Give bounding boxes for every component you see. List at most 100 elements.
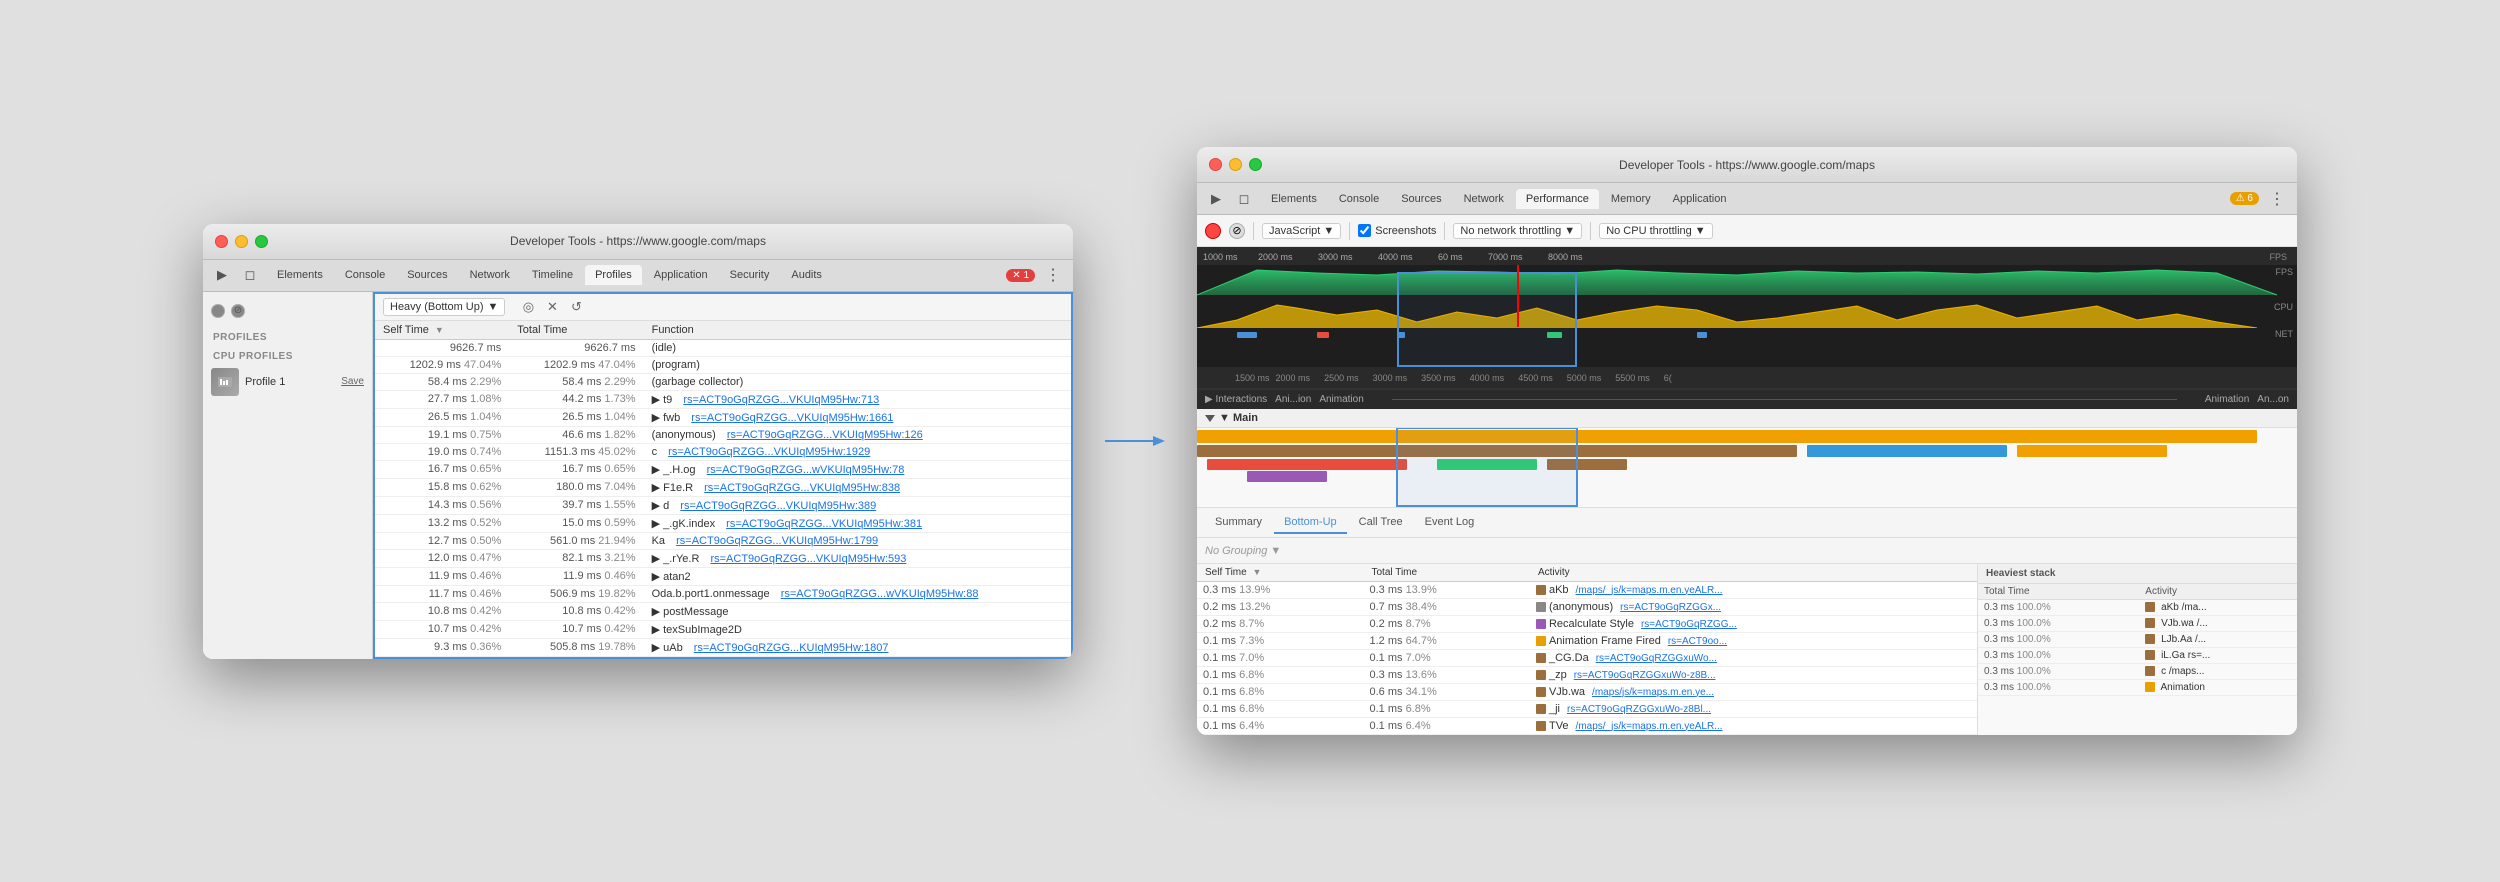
profile-save-button[interactable]: Save <box>341 376 364 387</box>
function-link[interactable]: rs=ACT9oGqRZGG...wVKUIqM95Hw:78 <box>707 464 905 476</box>
tab-summary[interactable]: Summary <box>1205 512 1272 534</box>
function-link[interactable]: rs=ACT9oGqRZGG...VKUIqM95Hw:389 <box>680 500 876 512</box>
activity-link[interactable]: /maps/_js/k=maps.m.en.yeALR... <box>1576 585 1723 596</box>
tab-bottom-up[interactable]: Bottom-Up <box>1274 512 1347 534</box>
activity-link[interactable]: rs=ACT9oGqRZGG... <box>1641 619 1737 630</box>
table-row[interactable]: 0.3 ms 100.0% iL.Ga rs=... <box>1978 648 2297 664</box>
network-throttling-dropdown[interactable]: No network throttling ▼ <box>1453 223 1582 239</box>
table-row[interactable]: 0.1 ms 7.3% 1.2 ms 64.7% Animation Frame… <box>1197 633 1977 650</box>
minimize-button-left[interactable] <box>235 235 248 248</box>
eye-icon[interactable]: ◎ <box>519 298 537 316</box>
tab-elements-right[interactable]: Elements <box>1261 189 1327 209</box>
table-row[interactable]: 27.7 ms 1.08% 44.2 ms 1.73% ▶ t9 rs=ACT9… <box>375 390 1071 408</box>
profiler-view-dropdown[interactable]: Heavy (Bottom Up) ▼ <box>383 298 505 316</box>
table-row[interactable]: 26.5 ms 1.04% 26.5 ms 1.04% ▶ fwb rs=ACT… <box>375 408 1071 426</box>
minimize-button-right[interactable] <box>1229 158 1242 171</box>
function-link[interactable]: rs=ACT9oGqRZGG...wVKUIqM95Hw:88 <box>781 588 979 600</box>
timeline-area[interactable]: 1000 ms 2000 ms 3000 ms 4000 ms 60 ms 70… <box>1197 247 2297 367</box>
table-row[interactable]: 0.3 ms 100.0% LJb.Aa /... <box>1978 632 2297 648</box>
table-row[interactable]: 12.7 ms 0.50% 561.0 ms 21.94% Ka rs=ACT9… <box>375 532 1071 549</box>
screenshots-toggle[interactable]: Screenshots <box>1358 224 1436 237</box>
activity-link[interactable]: rs=ACT9oo... <box>1668 636 1727 647</box>
no-grouping-label[interactable]: No Grouping ▼ <box>1205 545 1281 557</box>
table-row[interactable]: 0.2 ms 8.7% 0.2 ms 8.7% Recalculate Styl… <box>1197 616 1977 633</box>
interactions-label[interactable]: ▶ Interactions <box>1205 394 1267 405</box>
table-row[interactable]: 0.3 ms 13.9% 0.3 ms 13.9% aKb /maps/_js/… <box>1197 582 1977 599</box>
close-button-right[interactable] <box>1209 158 1222 171</box>
table-row[interactable]: 13.2 ms 0.52% 15.0 ms 0.59% ▶ _.gK.index… <box>375 514 1071 532</box>
function-link[interactable]: rs=ACT9oGqRZGG...VKUIqM95Hw:1799 <box>676 535 878 547</box>
tab-memory-right[interactable]: Memory <box>1601 189 1661 209</box>
tab-audits-left[interactable]: Audits <box>781 265 832 285</box>
tab-performance-right[interactable]: Performance <box>1516 189 1599 209</box>
flame-chart[interactable] <box>1197 428 2297 508</box>
tab-console-right[interactable]: Console <box>1329 189 1389 209</box>
table-row[interactable]: 10.7 ms 0.42% 10.7 ms 0.42% ▶ texSubImag… <box>375 620 1071 638</box>
device-icon[interactable]: ◻ <box>239 264 261 286</box>
table-row[interactable]: 0.1 ms 6.8% 0.1 ms 6.8% _ji rs=ACT9oGqRZ… <box>1197 701 1977 718</box>
tab-profiles-left[interactable]: Profiles <box>585 265 642 285</box>
profile-table[interactable]: Self Time ▼ Total Time Function 9626.7 m… <box>375 321 1071 657</box>
animation-label-2[interactable]: Animation <box>1319 394 1363 405</box>
stop-button[interactable]: ⊘ <box>231 304 245 318</box>
tab-sources-right[interactable]: Sources <box>1391 189 1451 209</box>
tab-event-log[interactable]: Event Log <box>1415 512 1485 534</box>
stop-perf-button[interactable]: ⊘ <box>1229 223 1245 239</box>
tab-network-right[interactable]: Network <box>1454 189 1514 209</box>
table-row[interactable]: 10.8 ms 0.42% 10.8 ms 0.42% ▶ postMessag… <box>375 602 1071 620</box>
function-link[interactable]: rs=ACT9oGqRZGG...VKUIqM95Hw:381 <box>726 518 922 530</box>
maximize-button-right[interactable] <box>1249 158 1262 171</box>
tab-elements-left[interactable]: Elements <box>267 265 333 285</box>
tab-sources-left[interactable]: Sources <box>397 265 457 285</box>
table-row[interactable]: 11.7 ms 0.46% 506.9 ms 19.82% Oda.b.port… <box>375 585 1071 602</box>
animation-label-1[interactable]: Ani...ion <box>1275 394 1311 405</box>
table-row[interactable]: 14.3 ms 0.56% 39.7 ms 1.55% ▶ d rs=ACT9o… <box>375 496 1071 514</box>
table-row[interactable]: 0.2 ms 13.2% 0.7 ms 38.4% (anonymous) rs… <box>1197 599 1977 616</box>
tab-security-left[interactable]: Security <box>720 265 780 285</box>
close-icon-profiler[interactable]: ✕ <box>543 298 561 316</box>
menu-dots-right[interactable]: ⋮ <box>2265 187 2289 211</box>
bottom-up-table[interactable]: Self Time ▼ Total Time Activity 0.3 ms 1… <box>1197 564 1977 735</box>
table-row[interactable]: 0.3 ms 100.0% VJb.wa /... <box>1978 616 2297 632</box>
activity-link[interactable]: rs=ACT9oGqRZGGx... <box>1620 602 1721 613</box>
refresh-icon[interactable]: ↺ <box>567 298 585 316</box>
table-row[interactable]: 1202.9 ms 47.04% 1202.9 ms 47.04% (progr… <box>375 356 1071 373</box>
activity-link[interactable]: rs=ACT9oGqRZGGxuWo... <box>1596 653 1717 664</box>
table-row[interactable]: 19.0 ms 0.74% 1151.3 ms 45.02% c rs=ACT9… <box>375 443 1071 460</box>
bt-col-total[interactable]: Total Time <box>1363 564 1529 582</box>
device-icon-right[interactable]: ◻ <box>1233 188 1255 210</box>
table-row[interactable]: 16.7 ms 0.65% 16.7 ms 0.65% ▶ _.H.og rs=… <box>375 460 1071 478</box>
tab-call-tree[interactable]: Call Tree <box>1349 512 1413 534</box>
function-link[interactable]: rs=ACT9oGqRZGG...VKUIqM95Hw:1929 <box>668 446 870 458</box>
cursor-icon-right[interactable]: ▶ <box>1205 188 1227 210</box>
function-link[interactable]: rs=ACT9oGqRZGG...KUIqM95Hw:1807 <box>694 642 889 654</box>
record-button[interactable] <box>211 304 225 318</box>
animation-label-4[interactable]: An...on <box>2257 394 2289 405</box>
table-row[interactable]: 0.3 ms 100.0% Animation <box>1978 680 2297 696</box>
table-row[interactable]: 11.9 ms 0.46% 11.9 ms 0.46% ▶ atan2 <box>375 567 1071 585</box>
cursor-icon[interactable]: ▶ <box>211 264 233 286</box>
tab-application-right[interactable]: Application <box>1663 189 1737 209</box>
table-row[interactable]: 19.1 ms 0.75% 46.6 ms 1.82% (anonymous) … <box>375 426 1071 443</box>
table-row[interactable]: 15.8 ms 0.62% 180.0 ms 7.04% ▶ F1e.R rs=… <box>375 478 1071 496</box>
table-row[interactable]: 0.3 ms 100.0% aKb /ma... <box>1978 600 2297 616</box>
function-link[interactable]: rs=ACT9oGqRZGG...VKUIqM95Hw:126 <box>727 429 923 441</box>
activity-link[interactable]: /maps/js/k=maps.m.en.ye... <box>1592 687 1714 698</box>
tab-timeline-left[interactable]: Timeline <box>522 265 583 285</box>
activity-link[interactable]: rs=ACT9oGqRZGGxuWo-z8Bl... <box>1567 704 1711 715</box>
table-row[interactable]: 9626.7 ms 9626.7 ms (idle) <box>375 339 1071 356</box>
tab-application-left[interactable]: Application <box>644 265 718 285</box>
close-button-left[interactable] <box>215 235 228 248</box>
col-function[interactable]: Function <box>644 321 1071 340</box>
table-row[interactable]: 0.1 ms 6.8% 0.6 ms 34.1% VJb.wa /maps/js… <box>1197 684 1977 701</box>
profile-item-1[interactable]: Profile 1 Save <box>203 364 372 400</box>
function-link[interactable]: rs=ACT9oGqRZGG...VKUIqM95Hw:713 <box>683 394 879 406</box>
table-row[interactable]: 12.0 ms 0.47% 82.1 ms 3.21% ▶ _.rYe.R rs… <box>375 549 1071 567</box>
tab-network-left[interactable]: Network <box>460 265 520 285</box>
maximize-button-left[interactable] <box>255 235 268 248</box>
menu-dots-left[interactable]: ⋮ <box>1041 263 1065 287</box>
col-total-time[interactable]: Total Time <box>509 321 643 340</box>
tab-console-left[interactable]: Console <box>335 265 395 285</box>
function-link[interactable]: rs=ACT9oGqRZGG...VKUIqM95Hw:1661 <box>691 412 893 424</box>
table-row[interactable]: 0.3 ms 100.0% c /maps... <box>1978 664 2297 680</box>
